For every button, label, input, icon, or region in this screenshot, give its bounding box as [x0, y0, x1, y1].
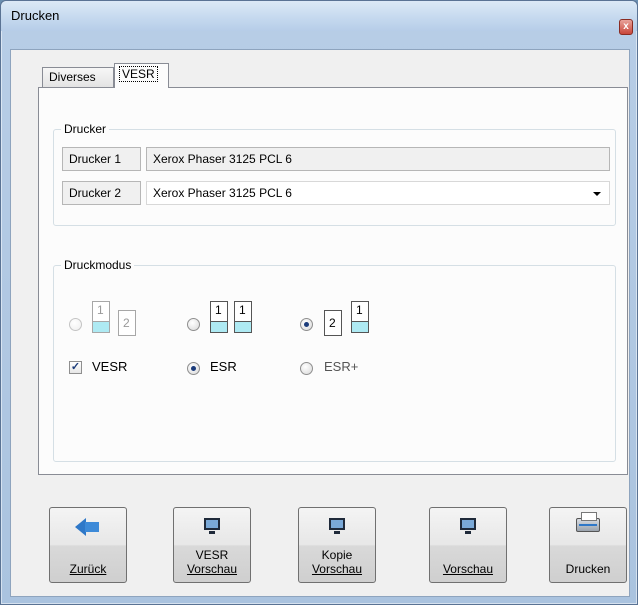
- vesr-preview-button-label: VESR Vorschau: [174, 548, 250, 576]
- icon-wrap: [430, 518, 506, 540]
- copy-preview-button-label: Kopie Vorschau: [299, 548, 375, 576]
- print-button-label: Drucken: [565, 562, 611, 576]
- monitor-icon: [329, 518, 345, 534]
- printer-1-label: Drucker 1: [62, 147, 141, 171]
- monitor-icon: [204, 518, 220, 534]
- icon-wrap: [50, 518, 126, 540]
- vesr-preview-line-1: VESR: [195, 548, 229, 562]
- layout-option-3-radio[interactable]: [300, 318, 313, 331]
- page-number: 1: [97, 303, 104, 317]
- vesr-preview-button[interactable]: VESR Vorschau: [173, 507, 251, 583]
- layout-option-2-page-2: 1: [234, 301, 252, 333]
- layout-option-2-radio[interactable]: [187, 318, 200, 331]
- page-number: 2: [123, 316, 130, 330]
- back-label-text: Zurück: [69, 562, 107, 576]
- arrow-left-icon: [75, 518, 101, 536]
- layout-option-1-page-1: 1: [92, 301, 110, 333]
- icon-wrap: [299, 518, 375, 540]
- layout-option-2-page-1: 1: [210, 301, 228, 333]
- back-button-label: Zurück: [50, 562, 126, 576]
- printer-1-value: Xerox Phaser 3125 PCL 6: [146, 147, 610, 171]
- vesr-preview-line-2: Vorschau: [186, 562, 238, 576]
- esr-radio-label: ESR: [210, 359, 237, 374]
- vesr-checkbox-label: VESR: [92, 359, 128, 374]
- printer-2-select[interactable]: Xerox Phaser 3125 PCL 6: [146, 181, 610, 205]
- page-number: 1: [356, 303, 363, 317]
- layout-option-3-page-1: 2: [324, 310, 342, 336]
- icon-wrap: [174, 518, 250, 540]
- icon-wrap: [550, 512, 626, 540]
- preview-button[interactable]: Vorschau: [429, 507, 507, 583]
- printer-2-selected-value: Xerox Phaser 3125 PCL 6: [153, 186, 292, 200]
- title-bar[interactable]: Drucken x: [1, 1, 637, 35]
- copy-preview-button[interactable]: Kopie Vorschau: [298, 507, 376, 583]
- esr-plus-radio[interactable]: [300, 362, 313, 375]
- tab-vesr[interactable]: VESR: [114, 63, 169, 88]
- window-title: Drucken: [11, 8, 60, 23]
- preview-label-text: Vorschau: [442, 562, 494, 576]
- layout-option-1-page-2: 2: [118, 310, 136, 336]
- printer-2-label: Drucker 2: [62, 181, 141, 205]
- printer-group-legend: Drucker: [61, 122, 110, 136]
- copy-preview-line-1: Kopie: [321, 548, 353, 562]
- back-button[interactable]: Zurück: [49, 507, 127, 583]
- dialog-client-area: Diverses VESR Drucker Drucker 1 Xerox Ph…: [10, 49, 630, 597]
- print-button[interactable]: Drucken: [549, 507, 627, 583]
- copy-preview-line-2: Vorschau: [311, 562, 363, 576]
- page-number: 1: [215, 303, 222, 317]
- tab-diverses[interactable]: Diverses: [42, 67, 114, 87]
- layout-option-1-radio[interactable]: [69, 318, 82, 331]
- tab-panel-vesr: Drucker Drucker 1 Xerox Phaser 3125 PCL …: [38, 87, 628, 475]
- layout-option-3-page-2: 1: [351, 301, 369, 333]
- page-number: 2: [329, 316, 336, 330]
- close-button[interactable]: x: [619, 19, 633, 35]
- tab-vesr-label: VESR: [119, 66, 158, 82]
- esr-strip: [352, 321, 368, 332]
- page-number: 1: [239, 303, 246, 317]
- esr-strip: [235, 321, 251, 332]
- esr-plus-radio-label: ESR+: [324, 359, 359, 374]
- printer-icon: [576, 512, 600, 532]
- esr-strip: [93, 321, 109, 332]
- print-dialog-window: Drucken x Diverses VESR Drucker Drucker …: [0, 0, 638, 605]
- esr-strip: [211, 321, 227, 332]
- chevron-down-icon[interactable]: [593, 192, 601, 196]
- monitor-icon: [460, 518, 476, 534]
- preview-button-label: Vorschau: [430, 562, 506, 576]
- vesr-checkbox[interactable]: ✓: [69, 361, 82, 374]
- esr-radio[interactable]: [187, 362, 200, 375]
- print-mode-group: Druckmodus 1 2 1 1 2 1 ✓ VESR ESR ESR+: [53, 258, 616, 462]
- printer-group: Drucker Drucker 1 Xerox Phaser 3125 PCL …: [53, 122, 616, 226]
- print-mode-group-legend: Druckmodus: [61, 258, 135, 272]
